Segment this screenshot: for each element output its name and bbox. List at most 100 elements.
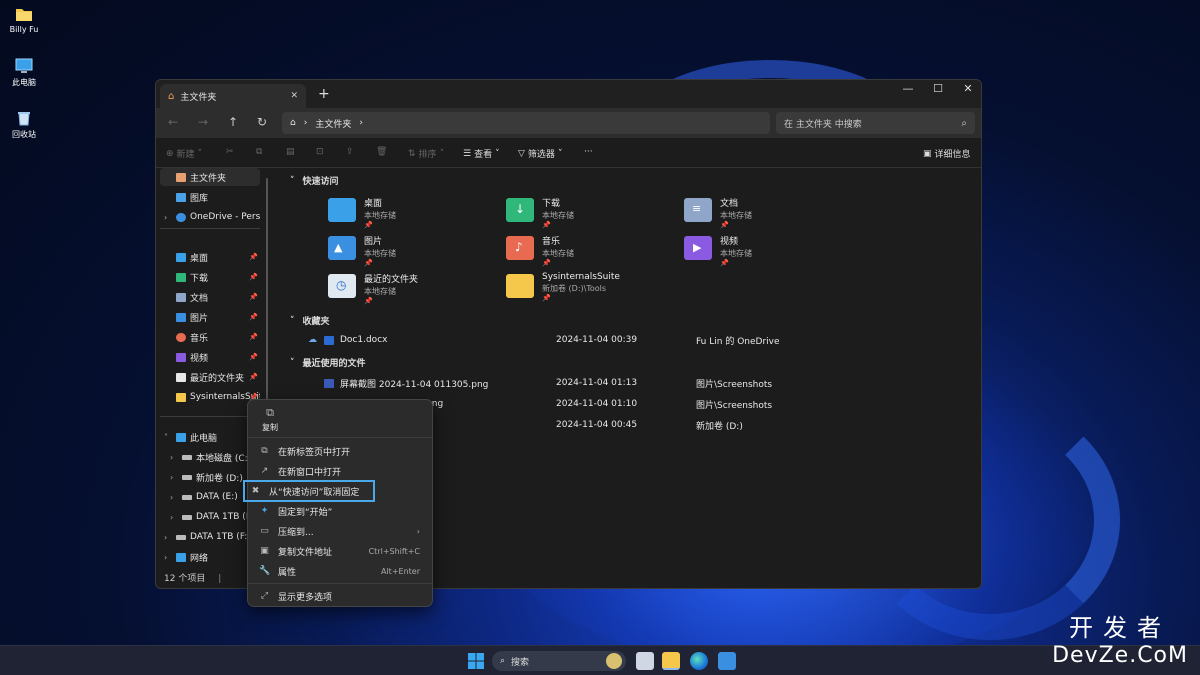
copy-button[interactable]: ⧉ 复制 — [260, 406, 280, 433]
quick-access-item-desktop[interactable]: 桌面 本地存储 📌 — [328, 196, 498, 230]
quick-access-item-videos[interactable]: ▶ 视频 本地存储 📌 — [684, 234, 854, 268]
open-in-new-tab-item[interactable]: ⧉ 在新标签页中打开 — [254, 442, 428, 460]
chevron-right-icon[interactable]: › — [170, 493, 173, 502]
filter-button[interactable]: ▽ 筛选器 ˅ — [518, 147, 562, 161]
up-arrow-icon[interactable]: ↑ — [228, 115, 238, 129]
address-bar[interactable]: ⌂ › 主文件夹 › — [282, 112, 770, 134]
sidebar-item-label: 图库 — [190, 193, 209, 204]
new-tab-button[interactable]: + — [318, 86, 330, 102]
sidebar-item-documents[interactable]: 文档 📌 — [160, 288, 260, 306]
chevron-right-icon[interactable]: › — [170, 473, 173, 482]
sidebar-item-label: 网络 — [190, 553, 209, 564]
desktop-icon-recycle-bin[interactable]: 回收站 — [4, 110, 44, 140]
search-input[interactable]: 在 主文件夹 中搜索 ⌕ — [776, 112, 975, 134]
sidebar-item-music[interactable]: 音乐 📌 — [160, 328, 260, 346]
desktop-folder-icon — [328, 198, 356, 222]
chevron-right-icon[interactable]: › — [164, 213, 167, 222]
chevron-right-icon[interactable]: › — [164, 553, 167, 562]
favorites-header[interactable]: ˅ 收藏夹 — [290, 314, 330, 328]
item-name: 最近的文件夹 — [364, 275, 419, 285]
sidebar-item-network[interactable]: › 网络 — [160, 548, 260, 566]
copy-icon: ⧉ — [266, 406, 274, 419]
chevron-right-icon[interactable]: › — [170, 453, 173, 462]
quick-access-item-recent-folders[interactable]: ◷ 最近的文件夹 本地存储 📌 — [328, 272, 498, 306]
file-explorer-taskbar-icon[interactable] — [662, 652, 680, 670]
network-icon — [176, 552, 186, 562]
sort-label: 排序 — [418, 150, 437, 160]
properties-item[interactable]: 🔧 属性 Alt+Enter — [254, 562, 428, 580]
close-tab-icon[interactable]: ✕ — [290, 91, 298, 101]
desktop-icon-user-folder[interactable]: Billy Fu — [4, 6, 44, 34]
details-pane-button[interactable]: ▣ 详细信息 — [923, 147, 971, 161]
tab-home[interactable]: ⌂ 主文件夹 ✕ — [160, 84, 306, 108]
sidebar-item-downloads[interactable]: 下载 📌 — [160, 268, 260, 286]
sidebar-item-pictures[interactable]: 图片 📌 — [160, 308, 260, 326]
close-window-button[interactable]: ✕ — [953, 82, 981, 95]
back-arrow-icon[interactable]: ← — [168, 115, 178, 129]
new-window-icon: ↗ — [260, 466, 269, 476]
forward-arrow-icon[interactable]: → — [198, 115, 208, 129]
store-icon[interactable] — [718, 652, 736, 670]
new-tab-icon: ⧉ — [261, 446, 268, 456]
folder-icon — [16, 9, 32, 21]
menu-item-label: 固定到“开始” — [278, 507, 333, 518]
quick-access-item-documents[interactable]: ≡ 文档 本地存储 📌 — [684, 196, 854, 230]
share-icon[interactable]: ⇪ — [346, 147, 354, 157]
sidebar-item-label: 新加卷 (D:) — [196, 473, 243, 484]
file-location: 图片\Screenshots — [696, 379, 773, 390]
table-row[interactable]: 屏幕截图 2024-11-04 011305.png 2024-11-04 01… — [308, 375, 961, 391]
sidebar-item-desktop[interactable]: 桌面 📌 — [160, 248, 260, 266]
copy-as-path-item[interactable]: ▣ 复制文件地址 Ctrl+Shift+C — [254, 542, 428, 560]
refresh-icon[interactable]: ↻ — [257, 115, 267, 129]
chevron-right-icon[interactable]: › — [164, 533, 167, 542]
sidebar-item-gallery[interactable]: 图库 — [160, 188, 260, 206]
sidebar-item-this-pc[interactable]: ˅ 此电脑 — [160, 428, 260, 446]
open-in-new-window-item[interactable]: ↗ 在新窗口中打开 — [254, 462, 428, 480]
start-windows-icon[interactable] — [467, 652, 485, 670]
paste-icon[interactable]: ▤ — [286, 147, 295, 157]
cut-icon[interactable]: ✂ — [226, 147, 234, 157]
sidebar-item-label: 本地磁盘 (C:) — [196, 453, 252, 464]
item-location: 本地存储 — [364, 287, 396, 296]
quick-access-item-downloads[interactable]: ↓ 下载 本地存储 📌 — [506, 196, 676, 230]
taskbar-search[interactable]: ⌕ 搜索 — [492, 651, 626, 671]
sidebar-item-drive-f-2[interactable]: › DATA 1TB (F:) — [160, 528, 260, 546]
pin-to-start-item[interactable]: ✦ 固定到“开始” — [254, 502, 428, 520]
sidebar-item-recent-folders[interactable]: 最近的文件夹 📌 — [160, 368, 260, 386]
task-view-icon[interactable] — [636, 652, 654, 670]
filter-label: 筛选器 — [527, 150, 555, 160]
edge-browser-icon[interactable] — [690, 652, 708, 670]
gallery-icon — [176, 192, 186, 202]
quick-access-item-sysinternals[interactable]: SysinternalsSuite 新加卷 (D:)\Tools 📌 — [506, 272, 676, 306]
quick-access-header[interactable]: ˅ 快速访问 — [290, 174, 339, 188]
show-more-options-item[interactable]: ⤢ 显示更多选项 — [254, 587, 428, 605]
drive-icon — [176, 534, 186, 540]
chevron-right-icon[interactable]: › — [170, 513, 173, 522]
chevron-down-icon[interactable]: ˅ — [164, 433, 168, 442]
maximize-button[interactable]: ☐ — [923, 82, 953, 95]
desktop-icon-this-pc[interactable]: 此电脑 — [4, 58, 44, 88]
more-options-button[interactable]: ··· — [584, 147, 593, 157]
delete-icon[interactable]: 🗑 — [376, 147, 387, 157]
recent-files-header[interactable]: ˅ 最近使用的文件 — [290, 356, 366, 370]
breadcrumb[interactable]: 主文件夹 — [315, 117, 351, 130]
unpin-from-quick-access-item[interactable]: ✖ 从“快速访问”取消固定 — [243, 480, 375, 502]
new-button[interactable]: ⊕ 新建 ˅ — [166, 147, 202, 161]
sidebar-item-videos[interactable]: 视频 📌 — [160, 348, 260, 366]
item-name: 文档 — [720, 199, 739, 209]
pin-icon: 📌 — [249, 253, 258, 261]
sidebar-scrollbar[interactable] — [266, 178, 268, 408]
minimize-button[interactable]: — — [893, 82, 923, 95]
sidebar-item-onedrive[interactable]: › OneDrive - Persona — [160, 208, 260, 226]
sidebar-item-sysinternals[interactable]: SysinternalsSuite📌 — [160, 388, 260, 406]
sidebar-item-home[interactable]: 主文件夹 — [160, 168, 260, 186]
pin-icon: 📌 — [249, 273, 258, 281]
copy-icon[interactable]: ⧉ — [256, 147, 262, 157]
table-row[interactable]: ☁ Doc1.docx 2024-11-04 00:39 Fu Lin 的 On… — [308, 332, 961, 348]
rename-icon[interactable]: ⊡ — [316, 147, 324, 157]
quick-access-item-music[interactable]: ♪ 音乐 本地存储 📌 — [506, 234, 676, 268]
quick-access-item-pictures[interactable]: ▲ 图片 本地存储 📌 — [328, 234, 498, 268]
compress-to-item[interactable]: ▭ 压缩到... › — [254, 522, 428, 540]
view-button[interactable]: ☰ 查看 ˅ — [463, 147, 500, 161]
sort-button[interactable]: ⇅ 排序 ˅ — [408, 147, 444, 161]
